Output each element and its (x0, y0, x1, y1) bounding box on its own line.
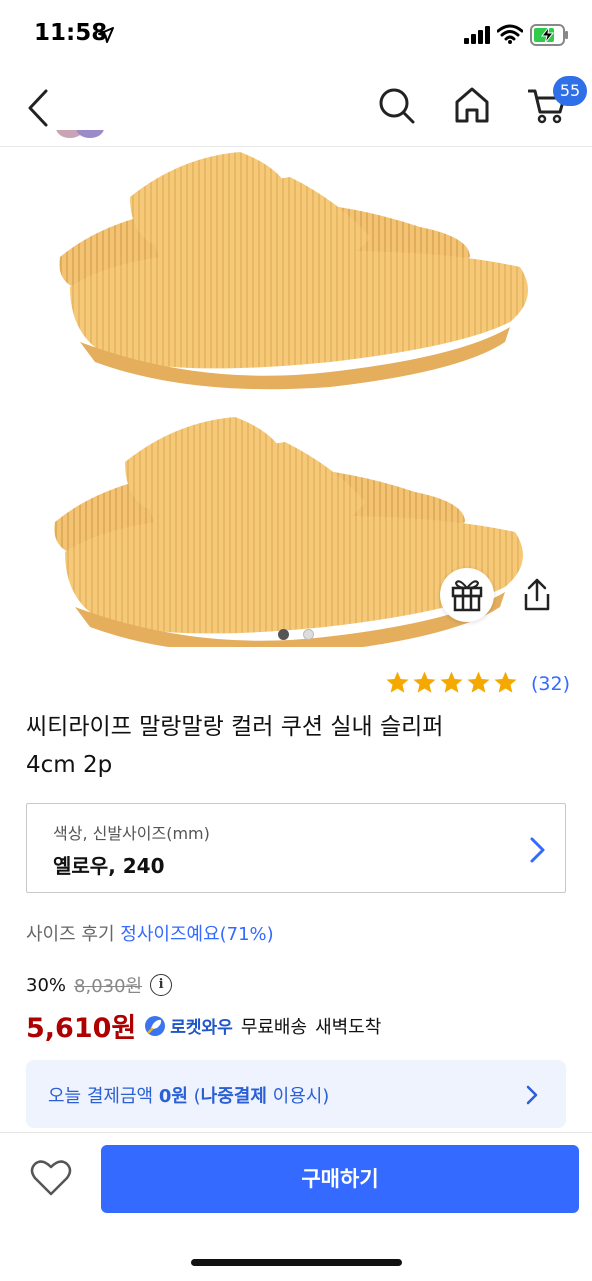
pay-paren: ( (187, 1086, 201, 1107)
discount-row: 30% 8,030원 i (26, 972, 173, 998)
gallery-dot[interactable] (303, 629, 314, 640)
discount-rate: 30% (26, 974, 67, 996)
location-arrow-icon (98, 27, 114, 43)
pay-prefix: 오늘 결제금액 (48, 1086, 159, 1107)
chevron-right-icon (526, 1085, 538, 1105)
pay-amount: 0원 (158, 1086, 188, 1107)
product-title-line2: 4cm 2p (26, 752, 113, 778)
info-icon[interactable]: i (150, 974, 173, 996)
gift-button[interactable] (440, 568, 494, 622)
buy-button[interactable]: 구매하기 (101, 1145, 579, 1213)
product-title-line1: 씨티라이프 말랑말랑 컬러 쿠션 실내 슬리퍼 (26, 714, 444, 740)
sale-price: 5,610원 (26, 1013, 137, 1044)
gallery-dot-active[interactable] (278, 629, 289, 640)
clock: 11:58 (34, 20, 108, 46)
slipper-pair-top (59, 152, 528, 390)
size-review[interactable]: 사이즈 후기 정사이즈예요(71%) (26, 920, 274, 946)
price-row: 5,610원 로켓와우 무료배송 새벽도착 (26, 1006, 381, 1045)
later-pay-text: 오늘 결제금액 0원 (나중결제 이용시) (48, 1082, 329, 1108)
option-value: 옐로우, 240 (53, 854, 165, 878)
battery-charging-icon (530, 24, 568, 46)
product-title: 씨티라이프 말랑말랑 컬러 쿠션 실내 슬리퍼 4cm 2p (26, 708, 566, 784)
star-icon (440, 671, 463, 693)
status-bar: 11:58 (0, 0, 592, 70)
cart-count-badge: 55 (553, 76, 587, 106)
star-icon (467, 671, 490, 693)
star-icon (413, 671, 436, 693)
size-review-label: 사이즈 후기 (26, 924, 115, 945)
chevron-right-icon (530, 837, 545, 863)
gift-icon (451, 580, 483, 612)
star-icon (386, 671, 409, 693)
option-label: 색상, 신발사이즈(mm) (53, 824, 210, 843)
home-indicator (191, 1259, 402, 1266)
free-shipping-text: 무료배송 (240, 1016, 308, 1038)
dawn-delivery-text: 새벽도착 (315, 1016, 382, 1038)
search-icon[interactable] (378, 87, 416, 125)
option-selector[interactable]: 색상, 신발사이즈(mm) 옐로우, 240 (26, 803, 566, 893)
chevron-left-icon[interactable] (26, 88, 50, 128)
heart-icon[interactable] (30, 1158, 72, 1198)
rocket-icon (145, 1015, 166, 1036)
later-pay-banner[interactable]: 오늘 결제금액 0원 (나중결제 이용시) (26, 1060, 566, 1128)
signal-icon (464, 26, 490, 44)
slipper-product-image (54, 152, 528, 647)
original-price: 8,030원 (74, 976, 143, 997)
size-review-value[interactable]: 정사이즈예요(71%) (120, 924, 273, 945)
later-pay-label: 나중결제 (200, 1086, 267, 1107)
star-rating[interactable] (385, 670, 518, 700)
rocket-label: 로켓와우 (170, 1018, 233, 1038)
pay-suffix: 이용시) (266, 1086, 330, 1107)
share-icon[interactable] (520, 578, 554, 614)
star-icon (494, 671, 517, 693)
home-icon[interactable] (453, 86, 491, 124)
product-image-gallery[interactable] (0, 147, 592, 647)
review-count[interactable]: (32) (531, 673, 570, 695)
rocket-wow-badge: 로켓와우 (144, 1013, 233, 1038)
wifi-icon (497, 24, 523, 44)
thumbnail-strip (28, 130, 136, 148)
